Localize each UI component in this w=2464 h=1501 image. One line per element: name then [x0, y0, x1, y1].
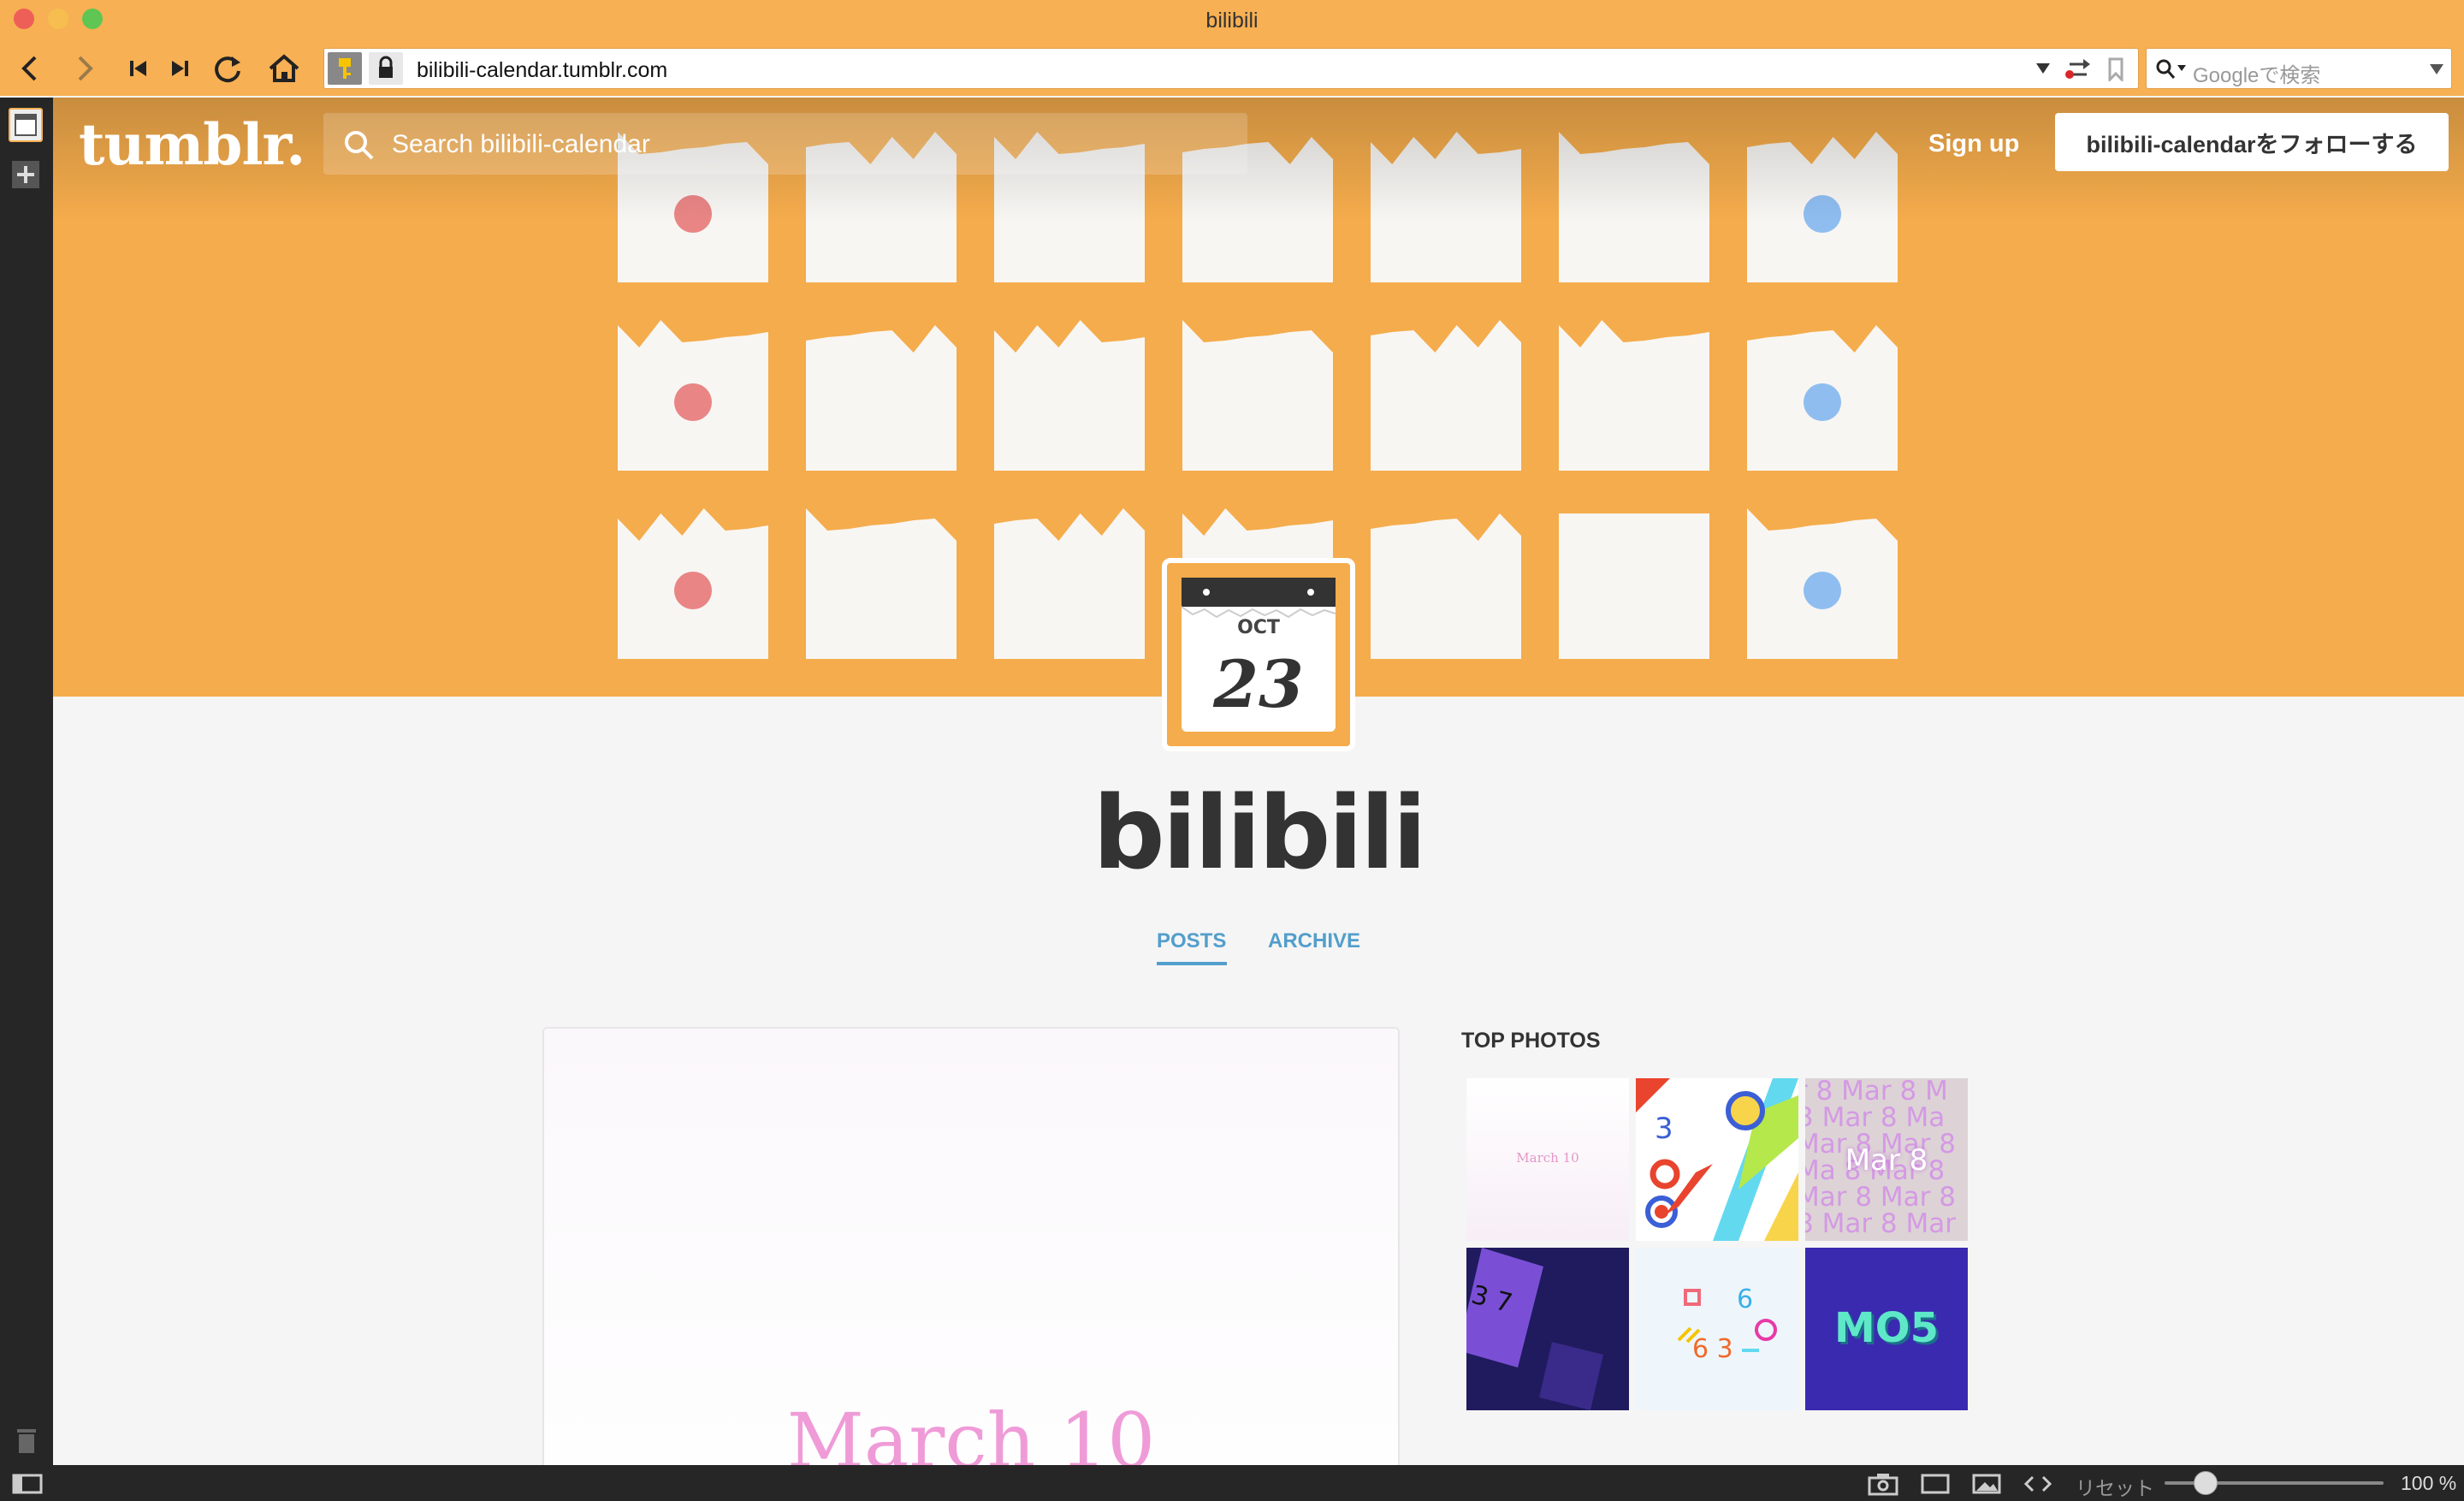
dropdown-arrow-icon[interactable]	[2035, 62, 2051, 74]
calendar-tile	[806, 508, 957, 659]
home-button[interactable]	[265, 50, 303, 87]
avatar-month: OCT	[1237, 617, 1280, 638]
web-search-placeholder: Googleで検索	[2193, 64, 2321, 87]
sync-icon[interactable]	[2064, 57, 2092, 81]
back-button[interactable]	[10, 50, 48, 87]
top-photo-2-caption: 3	[1655, 1112, 1673, 1146]
top-photo-3[interactable]: r 8 Mar 8 M3 Mar 8 Ma Mar 8 Mar 8 Ma 8 Mar…	[1805, 1078, 1968, 1241]
calendar-tile	[1371, 320, 1521, 471]
tab-archive[interactable]: ARCHIVE	[1268, 929, 1360, 953]
zoom-slider[interactable]	[2165, 1471, 2384, 1495]
post-card[interactable]: March 10	[542, 1027, 1400, 1465]
home-icon	[269, 54, 299, 82]
fast-forward-button[interactable]	[161, 50, 198, 87]
calendar-tile	[806, 325, 957, 471]
avatar-day: 23	[1212, 646, 1304, 722]
image-icon[interactable]	[1971, 1472, 2002, 1496]
calendar-tile	[1182, 320, 1333, 471]
url-text: bilibili-calendar.tumblr.com	[417, 58, 668, 82]
zoom-slider-thumb[interactable]	[2194, 1471, 2218, 1495]
panel-toggle-icon[interactable]	[12, 1474, 43, 1494]
calendar-tile	[994, 508, 1145, 659]
reload-icon	[215, 56, 240, 83]
calendar-tile	[1559, 513, 1709, 659]
bookmark-icon[interactable]	[2107, 57, 2124, 81]
top-photo-5[interactable]: 6 3 6	[1636, 1248, 1798, 1410]
calendar-dot-red	[674, 383, 712, 421]
status-bar: リセット 100 %	[0, 1465, 2464, 1501]
search-dropdown-icon[interactable]	[2429, 63, 2444, 75]
sign-up-link[interactable]: Sign up	[1928, 130, 2019, 158]
search-icon	[345, 131, 374, 160]
reload-button[interactable]	[209, 50, 246, 87]
top-photo-1[interactable]: March 10	[1466, 1078, 1629, 1241]
top-photo-4-graphic: 3 7	[1466, 1248, 1603, 1410]
calendar-tile	[994, 320, 1145, 471]
blog-search-placeholder: Search bilibili-calendar	[392, 130, 650, 158]
code-icon[interactable]	[2023, 1472, 2053, 1496]
calendar-dot-blue	[1804, 383, 1841, 421]
calendar-tile	[1559, 320, 1709, 471]
calendar-dot-blue	[1804, 572, 1841, 609]
fast-forward-icon	[172, 61, 188, 76]
tab-posts[interactable]: POSTS	[1157, 929, 1226, 953]
top-photo-5-caption: 6 3	[1692, 1334, 1733, 1364]
forward-icon	[78, 56, 93, 81]
calendar-icon	[15, 114, 37, 136]
window-title: bilibili	[1205, 9, 1259, 33]
browser-toolbar: bilibili-calendar.tumblr.com Googleで検索	[0, 43, 2464, 96]
top-photo-6[interactable]: MO5	[1805, 1248, 1968, 1410]
top-photo-1-caption: March 10	[1516, 1150, 1579, 1166]
forward-button[interactable]	[67, 50, 104, 87]
tumblr-logo[interactable]: tumblr.	[79, 111, 305, 178]
calendar-dot-red	[674, 572, 712, 609]
window-titlebar: bilibili	[0, 0, 2464, 43]
tab-posts-underline	[1157, 962, 1227, 965]
calendar-panel-button[interactable]	[9, 108, 43, 142]
top-photo-2[interactable]: 3	[1636, 1078, 1798, 1241]
back-icon	[21, 56, 37, 81]
site-security-button[interactable]	[369, 52, 403, 85]
rewind-icon	[130, 61, 146, 76]
web-search-box[interactable]: Googleで検索	[2146, 48, 2452, 89]
zoom-level: 100 %	[2401, 1472, 2457, 1494]
top-photo-6-caption: MO5	[1834, 1304, 1939, 1352]
top-photo-3-caption: Mar 8	[1845, 1143, 1928, 1178]
address-bar[interactable]: bilibili-calendar.tumblr.com	[323, 48, 2139, 89]
post-image-text: March 10	[786, 1397, 1156, 1465]
window-icon[interactable]	[1920, 1472, 1951, 1496]
zoom-reset-button[interactable]: リセット	[2076, 1472, 2154, 1501]
web-page: tumblr. Search bilibili-calendar Sign up…	[53, 98, 2464, 1465]
plus-icon[interactable]	[10, 159, 41, 190]
calendar-avatar-icon: OCT 23	[1181, 578, 1336, 732]
top-photo-4[interactable]: 3 7	[1466, 1248, 1629, 1410]
search-engine-icon[interactable]	[2153, 57, 2188, 81]
camera-icon[interactable]	[1867, 1472, 1899, 1496]
trash-icon[interactable]	[14, 1426, 39, 1455]
blog-search-input[interactable]: Search bilibili-calendar	[323, 113, 1247, 175]
blog-title: bilibili	[1093, 774, 1427, 892]
key-icon	[339, 58, 351, 79]
rewind-button[interactable]	[120, 50, 157, 87]
lock-icon	[379, 56, 393, 78]
svg-text:6: 6	[1737, 1284, 1753, 1314]
top-photo-2-graphic: 3	[1636, 1078, 1798, 1241]
top-photo-5-graphic: 6 3 6	[1677, 1284, 1777, 1364]
follow-button[interactable]: bilibili-calendarをフォローする	[2055, 113, 2449, 171]
side-panel	[0, 98, 53, 1465]
blog-avatar[interactable]: OCT 23	[1162, 558, 1355, 751]
calendar-tile	[1371, 513, 1521, 659]
key-button[interactable]	[328, 52, 362, 85]
top-photos-heading: TOP PHOTOS	[1461, 1029, 1601, 1053]
